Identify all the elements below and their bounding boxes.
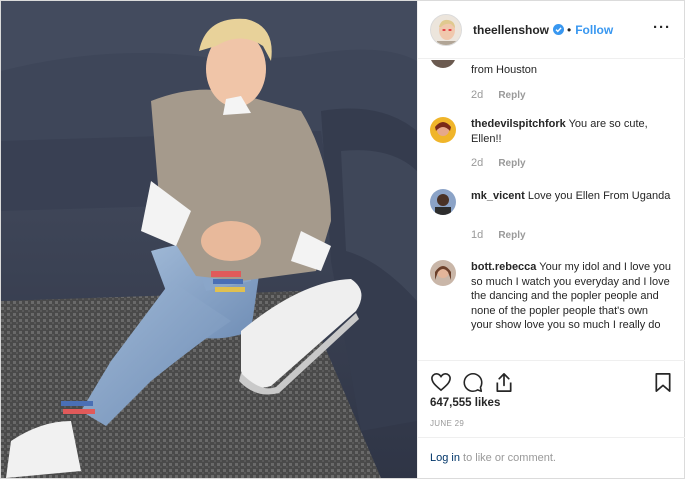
comment-username[interactable]: mk_vicent (471, 190, 525, 202)
comment-meta: 1d Reply (471, 229, 526, 241)
share-icon[interactable] (494, 372, 514, 393)
avatar-image (431, 14, 461, 45)
post-actions: 647,555 likes JUNE 29 Log in to like or … (418, 360, 685, 478)
header-separator: • (567, 22, 572, 37)
reply-button[interactable]: Reply (498, 158, 525, 169)
comment-text: bott.rebecca Your my idol and I love you… (471, 260, 671, 333)
reply-button[interactable]: Reply (498, 90, 525, 101)
comment-body: from Houston (471, 64, 538, 76)
post-header: theellenshow • Follow ··· (418, 1, 685, 59)
post-photo[interactable] (1, 1, 417, 478)
comment-meta: 2d Reply (471, 157, 526, 169)
instagram-post: theellenshow • Follow ··· from Houston 2… (0, 0, 685, 479)
comment-meta: 2d Reply (471, 89, 526, 101)
bookmark-icon[interactable] (654, 372, 672, 393)
comment-text: from Houston (471, 63, 671, 78)
comment-username[interactable]: bott.rebecca (471, 261, 536, 273)
post-date: JUNE 29 (430, 419, 465, 428)
comment-age: 2d (471, 157, 484, 169)
login-prompt-text: to like or comment. (459, 452, 556, 464)
commenter-avatar[interactable] (430, 260, 456, 286)
more-options-icon[interactable]: ··· (653, 20, 671, 35)
profile-avatar[interactable] (430, 13, 462, 46)
post-image (1, 1, 417, 478)
post-sidebar: theellenshow • Follow ··· from Houston 2… (417, 1, 685, 478)
comment-icon[interactable] (462, 372, 484, 393)
follow-button[interactable]: Follow (575, 23, 613, 37)
post-username[interactable]: theellenshow (473, 23, 549, 37)
commenter-avatar[interactable] (430, 117, 456, 143)
reply-button[interactable]: Reply (498, 230, 525, 241)
commenter-avatar[interactable] (430, 189, 456, 215)
heart-icon[interactable] (430, 372, 452, 392)
comment-body: Love you Ellen From Uganda (527, 190, 671, 202)
comment-age: 2d (471, 89, 484, 101)
comments-list[interactable]: from Houston 2d Reply thedevilspitchfork… (418, 60, 685, 360)
login-prompt: Log in to like or comment. (418, 437, 685, 479)
commenter-avatar[interactable] (430, 60, 456, 68)
comment-age: 1d (471, 229, 484, 241)
comment-text: mk_vicent Love you Ellen From Uganda (471, 189, 671, 204)
comment-username[interactable]: thedevilspitchfork (471, 118, 566, 130)
verified-badge-icon (553, 24, 565, 35)
login-link[interactable]: Log in (430, 452, 460, 464)
likes-count[interactable]: 647,555 likes (430, 397, 500, 409)
comment-text: thedevilspitchfork You are so cute, Elle… (471, 117, 671, 146)
